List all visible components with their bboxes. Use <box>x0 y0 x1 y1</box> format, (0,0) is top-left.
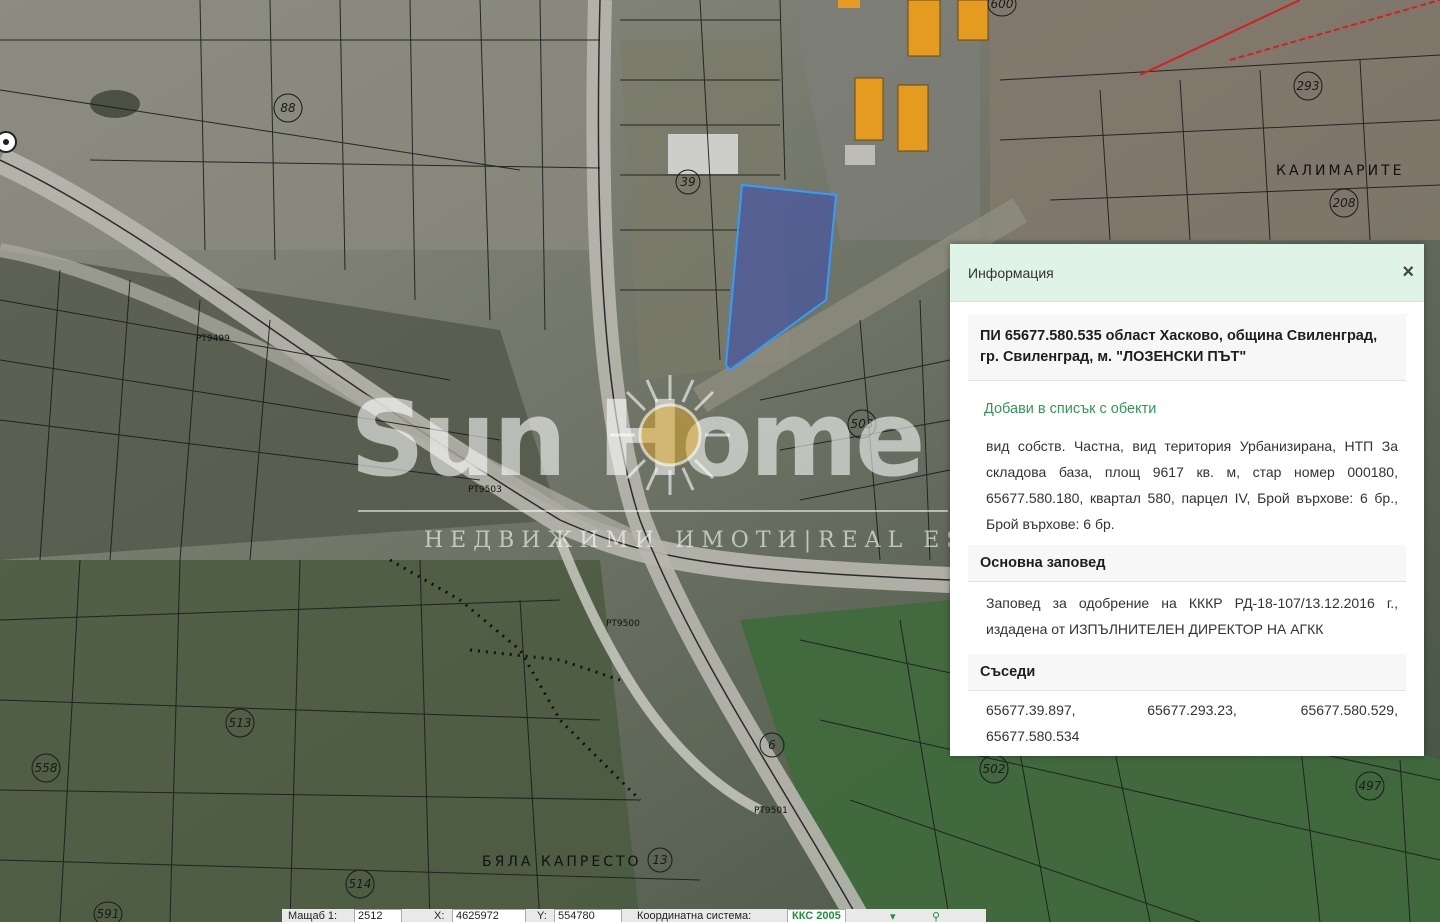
parcel-label: 6 <box>768 738 776 752</box>
neighbors-heading: Съседи <box>968 654 1406 691</box>
parcel-label: 558 <box>35 761 58 775</box>
parcel-label: 514 <box>349 877 372 891</box>
point-label: PT9503 <box>468 485 502 495</box>
order-text: Заповед за одобрение на КККР РД-18-107/1… <box>986 595 1398 637</box>
point-label: PT9499 <box>196 334 230 344</box>
neighbor-item[interactable]: 65677.580.534 <box>986 723 1123 749</box>
map-statusbar: Мащаб 1: 2512 X: 4625972 Y: 554780 Коорд… <box>282 909 986 922</box>
x-coordinate: 4625972 <box>452 909 526 922</box>
close-icon[interactable]: × <box>1402 261 1414 284</box>
parcel-title: ПИ 65677.580.535 област Хасково, община … <box>968 314 1406 381</box>
neighbor-item[interactable]: 65677.293.23, <box>1123 697 1260 723</box>
parcel-label: 591 <box>97 907 120 921</box>
neighbor-item[interactable]: 65677.580.529, <box>1261 697 1398 723</box>
place-label: КАЛИМАРИТЕ <box>1276 163 1405 179</box>
order-heading: Основна заповед <box>968 545 1406 582</box>
parcel-label: 293 <box>1297 79 1320 93</box>
add-to-list-link[interactable]: Добави в списък с обекти <box>984 401 1406 417</box>
panel-title: Информация <box>968 265 1054 281</box>
info-panel-header: Информация × <box>950 244 1424 302</box>
point-label: PT9501 <box>754 806 788 816</box>
parcel-label: 503 <box>851 417 874 431</box>
info-panel-body: ПИ 65677.580.535 област Хасково, община … <box>968 314 1406 749</box>
parcel-label: 502 <box>983 762 1006 776</box>
point-label: PT9500 <box>606 619 640 629</box>
x-label: X: <box>434 910 445 922</box>
chevron-down-icon[interactable]: ▾ <box>890 910 896 922</box>
neighbor-item[interactable]: 65677.39.897, <box>986 697 1123 723</box>
scale-label: Мащаб 1: <box>288 910 338 922</box>
info-panel: Информация × ПИ 65677.580.535 област Хас… <box>950 244 1424 756</box>
crs-value[interactable]: ККС 2005 <box>787 909 846 922</box>
parcel-label: 513 <box>229 716 252 730</box>
parcel-label: 13 <box>652 853 667 867</box>
parcel-details: вид собств. Частна, вид територия Урбани… <box>986 438 1398 532</box>
neighbors-list: 65677.39.897, 65677.293.23, 65677.580.52… <box>968 691 1406 749</box>
parcel-label: 39 <box>680 175 695 189</box>
crs-label: Координатна система: <box>637 910 752 922</box>
parcel-label: 497 <box>1359 779 1382 793</box>
parcel-label: 600 <box>991 0 1014 11</box>
search-icon[interactable]: ⚲ <box>932 910 940 922</box>
place-label: БЯЛА КАПРЕСТО <box>482 854 642 870</box>
y-coordinate: 554780 <box>554 909 622 922</box>
parcel-label: 88 <box>280 101 296 115</box>
scale-input[interactable]: 2512 <box>354 909 402 922</box>
location-marker-icon <box>0 131 17 153</box>
y-label: Y: <box>537 910 547 922</box>
parcel-label: 208 <box>1333 196 1356 210</box>
